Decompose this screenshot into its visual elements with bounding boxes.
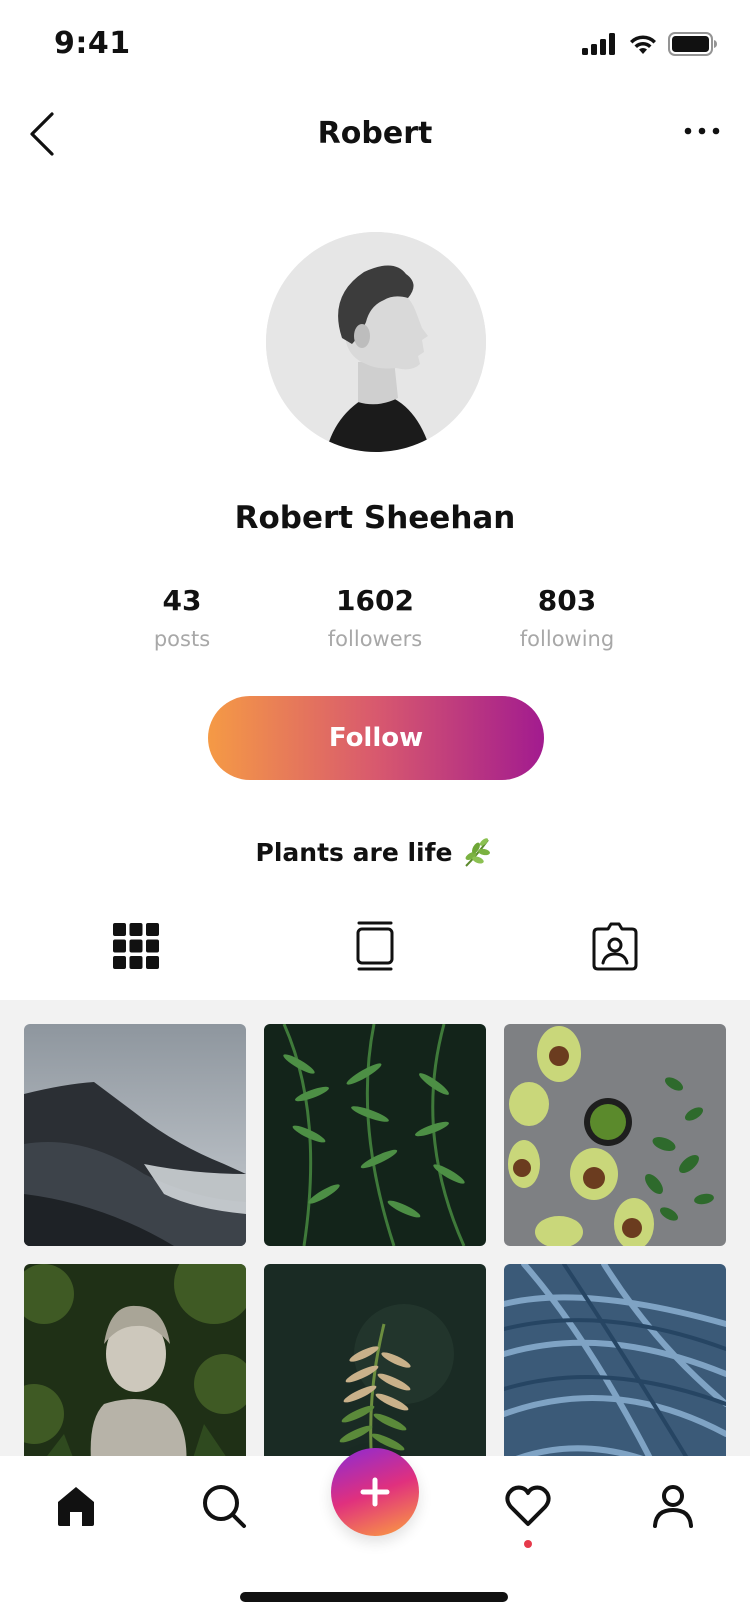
signal-icon: [582, 33, 615, 55]
statue-photo: [24, 1264, 246, 1460]
profile-stats: 43 posts 1602 followers 803 following: [0, 584, 750, 664]
wifi-icon: [630, 35, 656, 54]
blue-grass-photo: [504, 1264, 726, 1460]
page-title: Robert: [317, 116, 433, 151]
stat-value: 1602: [336, 584, 414, 617]
tab-grid[interactable]: [106, 916, 166, 976]
stat-following[interactable]: 803 following: [477, 584, 657, 651]
stat-value: 43: [162, 584, 202, 617]
avocado-photo: [504, 1024, 726, 1246]
plus-icon: [360, 1477, 390, 1507]
photo-tile[interactable]: [264, 1264, 486, 1460]
home-icon: [58, 1487, 94, 1526]
profile-icon: [653, 1485, 693, 1528]
photo-tile[interactable]: [24, 1264, 246, 1460]
grid-icon: [113, 923, 159, 969]
add-post-button[interactable]: [331, 1448, 419, 1536]
stat-value: 803: [537, 584, 597, 617]
photo-tile[interactable]: [504, 1264, 726, 1460]
tab-tagged[interactable]: [585, 916, 645, 976]
photo-tile[interactable]: [264, 1024, 486, 1246]
content-tabs: [0, 900, 750, 1000]
fern-photo: [264, 1024, 486, 1246]
notification-dot: [524, 1540, 532, 1548]
mountain-coast-photo: [24, 1024, 246, 1246]
nav-bar: Robert: [0, 92, 750, 182]
stat-label: posts: [153, 627, 211, 651]
more-dots-icon: [684, 127, 720, 135]
stat-followers[interactable]: 1602 followers: [285, 584, 465, 651]
photo-grid: [0, 1000, 750, 1460]
photo-tile[interactable]: [504, 1024, 726, 1246]
tab-activity[interactable]: [498, 1476, 558, 1536]
tab-posts[interactable]: [345, 916, 405, 976]
status-time: 9:41: [54, 26, 131, 61]
profile-bio: Plants are life: [0, 836, 750, 868]
tab-search[interactable]: [194, 1476, 254, 1536]
fern-hand-photo: [264, 1264, 486, 1460]
home-indicator: [240, 1592, 508, 1602]
photo-tile[interactable]: [24, 1024, 246, 1246]
stat-label: followers: [327, 627, 423, 651]
tab-home[interactable]: [46, 1476, 106, 1536]
post-stack-icon: [356, 921, 394, 971]
battery-icon: [668, 32, 717, 56]
stat-posts[interactable]: 43 posts: [92, 584, 272, 651]
profile-name: Robert Sheehan: [234, 500, 516, 536]
more-options-button[interactable]: [682, 116, 722, 146]
status-icons: [582, 32, 718, 56]
tab-profile[interactable]: [643, 1476, 703, 1536]
tagged-portrait-icon: [592, 922, 638, 971]
heart-icon: [505, 1485, 551, 1526]
herb-icon: [465, 838, 491, 867]
avatar-portrait: [266, 232, 486, 452]
search-icon: [203, 1485, 246, 1528]
follow-button[interactable]: Follow: [208, 696, 544, 780]
stat-label: following: [519, 627, 615, 651]
bottom-tab-bar: [0, 1448, 750, 1624]
bio-text: Plants are life: [255, 837, 453, 867]
avatar: [266, 232, 486, 452]
status-bar: 9:41: [0, 0, 750, 92]
